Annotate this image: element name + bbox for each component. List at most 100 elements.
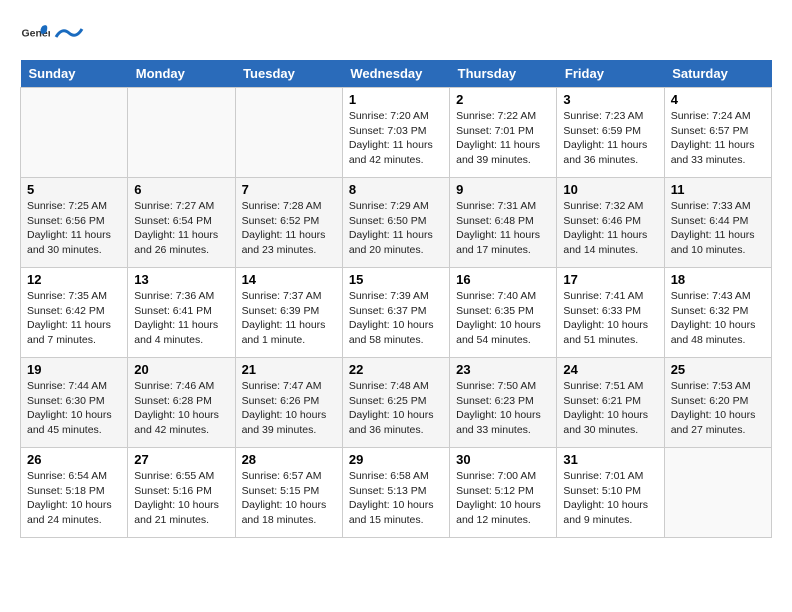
calendar-cell: 8Sunrise: 7:29 AM Sunset: 6:50 PM Daylig…	[342, 178, 449, 268]
calendar-cell	[21, 88, 128, 178]
day-number: 11	[671, 182, 765, 197]
day-number: 6	[134, 182, 228, 197]
day-number: 24	[563, 362, 657, 377]
day-number: 29	[349, 452, 443, 467]
calendar-cell: 15Sunrise: 7:39 AM Sunset: 6:37 PM Dayli…	[342, 268, 449, 358]
logo-icon: General	[20, 20, 50, 50]
day-info: Sunrise: 6:57 AM Sunset: 5:15 PM Dayligh…	[242, 469, 336, 528]
day-info: Sunrise: 6:55 AM Sunset: 5:16 PM Dayligh…	[134, 469, 228, 528]
calendar-cell: 16 Sunrise: 7:40 AM Sunset: 6:35 PM Dayli…	[450, 268, 557, 358]
day-number: 27	[134, 452, 228, 467]
calendar-cell: 10 Sunrise: 7:32 AM Sunset: 6:46 PM Dayli…	[557, 178, 664, 268]
day-number: 16	[456, 272, 550, 287]
page-header: General	[20, 20, 772, 50]
day-number: 4	[671, 92, 765, 107]
day-number: 19	[27, 362, 121, 377]
day-info: Sunrise: 7:25 AM Sunset: 6:56 PM Dayligh…	[27, 199, 121, 258]
calendar-cell: 20Sunrise: 7:46 AM Sunset: 6:28 PM Dayli…	[128, 358, 235, 448]
day-number: 1	[349, 92, 443, 107]
day-info: Sunrise: 7:00 AM Sunset: 5:12 PM Dayligh…	[456, 469, 550, 528]
calendar-cell: 2Sunrise: 7:22 AM Sunset: 7:01 PM Daylig…	[450, 88, 557, 178]
calendar-cell: 18 Sunrise: 7:43 AM Sunset: 6:32 PM Dayli…	[664, 268, 771, 358]
day-info: Sunrise: 7:53 AM Sunset: 6:20 PM Dayligh…	[671, 379, 765, 438]
calendar-cell: 26 Sunrise: 6:54 AM Sunset: 5:18 PM Dayli…	[21, 448, 128, 538]
calendar-cell: 24 Sunrise: 7:51 AM Sunset: 6:21 PM Dayli…	[557, 358, 664, 448]
calendar-cell: 11 Sunrise: 7:33 AM Sunset: 6:44 PM Dayli…	[664, 178, 771, 268]
day-info: Sunrise: 7:32 AM Sunset: 6:46 PM Dayligh…	[563, 199, 657, 258]
day-number: 13	[134, 272, 228, 287]
logo: General	[20, 20, 84, 50]
calendar-table: SundayMondayTuesdayWednesdayThursdayFrid…	[20, 60, 772, 538]
calendar-cell: 27 Sunrise: 6:55 AM Sunset: 5:16 PM Dayli…	[128, 448, 235, 538]
calendar-cell: 28 Sunrise: 6:57 AM Sunset: 5:15 PM Dayli…	[235, 448, 342, 538]
day-info: Sunrise: 7:27 AM Sunset: 6:54 PM Dayligh…	[134, 199, 228, 258]
day-info: Sunrise: 6:58 AM Sunset: 5:13 PM Dayligh…	[349, 469, 443, 528]
day-info: Sunrise: 7:23 AM Sunset: 6:59 PM Dayligh…	[563, 109, 657, 168]
day-info: Sunrise: 7:47 AM Sunset: 6:26 PM Dayligh…	[242, 379, 336, 438]
calendar-cell: 30 Sunrise: 7:00 AM Sunset: 5:12 PM Dayli…	[450, 448, 557, 538]
calendar-cell: 3 Sunrise: 7:23 AM Sunset: 6:59 PM Daylig…	[557, 88, 664, 178]
day-number: 26	[27, 452, 121, 467]
day-number: 28	[242, 452, 336, 467]
day-info: Sunrise: 7:46 AM Sunset: 6:28 PM Dayligh…	[134, 379, 228, 438]
calendar-cell: 7 Sunrise: 7:28 AM Sunset: 6:52 PM Daylig…	[235, 178, 342, 268]
calendar-cell: 9 Sunrise: 7:31 AM Sunset: 6:48 PM Daylig…	[450, 178, 557, 268]
day-number: 18	[671, 272, 765, 287]
calendar-cell: 25 Sunrise: 7:53 AM Sunset: 6:20 PM Dayli…	[664, 358, 771, 448]
day-number: 12	[27, 272, 121, 287]
calendar-cell	[664, 448, 771, 538]
day-info: Sunrise: 7:33 AM Sunset: 6:44 PM Dayligh…	[671, 199, 765, 258]
day-number: 17	[563, 272, 657, 287]
day-info: Sunrise: 7:50 AM Sunset: 6:23 PM Dayligh…	[456, 379, 550, 438]
calendar-day-header: Thursday	[450, 60, 557, 88]
calendar-cell	[235, 88, 342, 178]
day-number: 8	[349, 182, 443, 197]
calendar-cell: 14 Sunrise: 7:37 AM Sunset: 6:39 PM Dayli…	[235, 268, 342, 358]
day-info: Sunrise: 7:37 AM Sunset: 6:39 PM Dayligh…	[242, 289, 336, 348]
calendar-cell: 29 Sunrise: 6:58 AM Sunset: 5:13 PM Dayli…	[342, 448, 449, 538]
calendar-cell: 5 Sunrise: 7:25 AM Sunset: 6:56 PM Daylig…	[21, 178, 128, 268]
calendar-week-row: 1 Sunrise: 7:20 AM Sunset: 7:03 PM Daylig…	[21, 88, 772, 178]
calendar-cell: 19 Sunrise: 7:44 AM Sunset: 6:30 PM Dayli…	[21, 358, 128, 448]
calendar-cell: 31Sunrise: 7:01 AM Sunset: 5:10 PM Dayli…	[557, 448, 664, 538]
day-number: 15	[349, 272, 443, 287]
calendar-header-row: SundayMondayTuesdayWednesdayThursdayFrid…	[21, 60, 772, 88]
calendar-cell: 12 Sunrise: 7:35 AM Sunset: 6:42 PM Dayli…	[21, 268, 128, 358]
day-number: 25	[671, 362, 765, 377]
calendar-day-header: Sunday	[21, 60, 128, 88]
calendar-cell	[128, 88, 235, 178]
day-info: Sunrise: 7:31 AM Sunset: 6:48 PM Dayligh…	[456, 199, 550, 258]
day-info: Sunrise: 7:48 AM Sunset: 6:25 PM Dayligh…	[349, 379, 443, 438]
day-info: Sunrise: 7:44 AM Sunset: 6:30 PM Dayligh…	[27, 379, 121, 438]
day-number: 14	[242, 272, 336, 287]
calendar-cell: 22Sunrise: 7:48 AM Sunset: 6:25 PM Dayli…	[342, 358, 449, 448]
day-info: Sunrise: 7:01 AM Sunset: 5:10 PM Dayligh…	[563, 469, 657, 528]
day-number: 3	[563, 92, 657, 107]
calendar-cell: 1 Sunrise: 7:20 AM Sunset: 7:03 PM Daylig…	[342, 88, 449, 178]
day-info: Sunrise: 7:28 AM Sunset: 6:52 PM Dayligh…	[242, 199, 336, 258]
day-info: Sunrise: 7:20 AM Sunset: 7:03 PM Dayligh…	[349, 109, 443, 168]
day-number: 5	[27, 182, 121, 197]
calendar-cell: 13 Sunrise: 7:36 AM Sunset: 6:41 PM Dayli…	[128, 268, 235, 358]
day-info: Sunrise: 7:51 AM Sunset: 6:21 PM Dayligh…	[563, 379, 657, 438]
day-info: Sunrise: 7:40 AM Sunset: 6:35 PM Dayligh…	[456, 289, 550, 348]
calendar-cell: 21Sunrise: 7:47 AM Sunset: 6:26 PM Dayli…	[235, 358, 342, 448]
day-info: Sunrise: 6:54 AM Sunset: 5:18 PM Dayligh…	[27, 469, 121, 528]
day-info: Sunrise: 7:35 AM Sunset: 6:42 PM Dayligh…	[27, 289, 121, 348]
day-number: 9	[456, 182, 550, 197]
day-number: 7	[242, 182, 336, 197]
calendar-week-row: 19 Sunrise: 7:44 AM Sunset: 6:30 PM Dayli…	[21, 358, 772, 448]
calendar-day-header: Tuesday	[235, 60, 342, 88]
calendar-week-row: 26 Sunrise: 6:54 AM Sunset: 5:18 PM Dayli…	[21, 448, 772, 538]
calendar-week-row: 12 Sunrise: 7:35 AM Sunset: 6:42 PM Dayli…	[21, 268, 772, 358]
calendar-cell: 4Sunrise: 7:24 AM Sunset: 6:57 PM Daylig…	[664, 88, 771, 178]
day-number: 10	[563, 182, 657, 197]
day-info: Sunrise: 7:22 AM Sunset: 7:01 PM Dayligh…	[456, 109, 550, 168]
day-number: 30	[456, 452, 550, 467]
calendar-day-header: Monday	[128, 60, 235, 88]
calendar-day-header: Saturday	[664, 60, 771, 88]
day-info: Sunrise: 7:43 AM Sunset: 6:32 PM Dayligh…	[671, 289, 765, 348]
day-info: Sunrise: 7:36 AM Sunset: 6:41 PM Dayligh…	[134, 289, 228, 348]
logo-wave-icon	[54, 23, 84, 43]
calendar-cell: 17Sunrise: 7:41 AM Sunset: 6:33 PM Dayli…	[557, 268, 664, 358]
